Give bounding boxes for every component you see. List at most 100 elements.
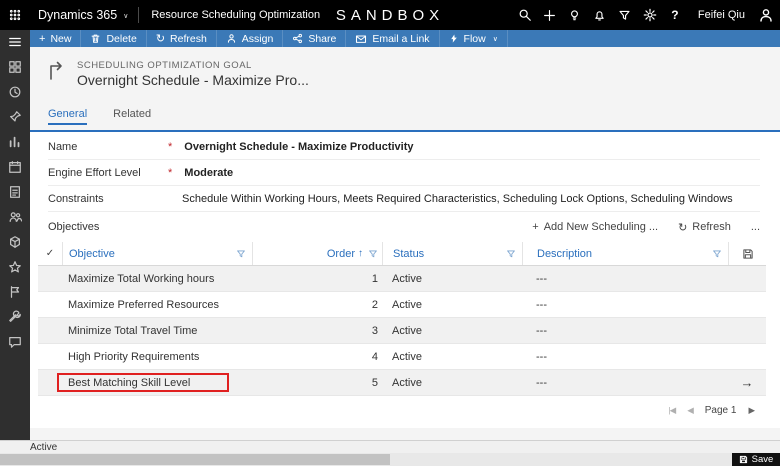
tab-general[interactable]: General [48,108,87,125]
row-checkbox[interactable] [38,292,62,317]
filter-funnel-icon[interactable] [712,249,722,259]
sidebar-item-optimization[interactable] [8,285,22,299]
status-cell: Active [382,318,522,343]
field-label: Constraints [48,193,166,205]
filter-funnel-icon[interactable] [236,249,246,259]
order-cell: 5 [252,370,382,395]
action-label: Refresh [692,221,731,233]
objective-row-1[interactable]: Maximize Total Working hours 1 Active --… [38,266,766,292]
delete-button[interactable]: Delete [81,30,146,47]
column-header-status[interactable]: Status [382,242,522,265]
objective-row-3[interactable]: Minimize Total Travel Time 3 Active --- [38,318,766,344]
flow-button[interactable]: Flow ∨ [440,30,508,47]
command-label: Assign [242,33,274,45]
next-page-button[interactable]: ▶ [748,405,754,416]
required-marker: * [168,167,172,179]
main-content: SCHEDULING OPTIMIZATION GOAL Overnight S… [30,47,780,440]
topnav-actions: ? Feifei Qiu [517,0,774,30]
new-button[interactable]: + New [30,30,81,47]
field-row-engine-effort: Engine Effort Level * Moderate [48,160,760,186]
sidebar-item-pinned[interactable] [8,110,22,124]
grid-refresh-button[interactable]: ↻ Refresh [678,221,731,234]
lightbulb-icon [568,9,581,22]
command-label: Share [308,33,336,45]
topnav-divider [138,7,139,23]
select-all-header[interactable]: ✓ [38,242,62,265]
sidebar-item-goals[interactable] [8,260,22,274]
first-page-button[interactable]: |◀ [668,405,675,416]
people-icon [8,210,22,224]
sidebar-item-tasks[interactable] [8,185,22,199]
column-label: Objective [69,248,115,260]
row-checkbox[interactable] [38,344,62,369]
field-value-name[interactable]: Overnight Schedule - Maximize Productivi… [184,141,413,153]
save-label: Save [752,454,774,465]
row-arrow-icon: → [741,375,754,390]
cube-icon [8,235,22,249]
grid-pagination: |◀ ◀ Page 1 ▶ [30,396,780,416]
assign-button[interactable]: Assign [217,30,284,47]
save-button[interactable]: Save [732,453,780,466]
ellipsis-icon: ... [751,221,760,233]
filter-funnel-icon[interactable] [368,249,378,259]
quick-create-button[interactable] [542,7,558,23]
objective-row-4[interactable]: High Priority Requirements 4 Active --- [38,344,766,370]
sidebar-item-calendar[interactable] [8,160,22,174]
grid-save-layout-button[interactable] [728,242,766,265]
help-button[interactable]: ? [667,7,683,23]
flow-lightning-icon [449,33,459,44]
tab-related[interactable]: Related [113,108,151,125]
previous-page-button[interactable]: ◀ [687,405,693,416]
row-checkbox[interactable] [38,318,62,343]
column-header-objective[interactable]: Objective [62,242,252,265]
row-checkbox[interactable] [38,266,62,291]
refresh-button[interactable]: ↻ Refresh [147,30,217,47]
command-bar: + New Delete ↻ Refresh Assign Share Emai… [30,30,780,47]
sidebar-menu-button[interactable] [8,35,22,49]
settings-button[interactable] [642,7,658,23]
share-button[interactable]: Share [283,30,346,47]
advanced-find-button[interactable] [617,7,633,23]
description-cell: --- [522,370,728,395]
filter-funnel-icon [618,9,631,22]
field-value-constraints[interactable]: Schedule Within Working Hours, Meets Req… [182,193,733,205]
command-label: Email a Link [372,33,429,45]
sidebar-item-feedback[interactable] [8,335,22,349]
filter-funnel-icon[interactable] [506,249,516,259]
column-label: Description [537,248,592,260]
column-header-description[interactable]: Description [522,242,728,265]
column-header-order[interactable]: Order ↑ [252,242,382,265]
sidebar-item-dashboards[interactable] [8,135,22,149]
sidebar-item-home[interactable] [8,60,22,74]
add-new-scheduling-button[interactable]: + Add New Scheduling ... [532,221,658,233]
waffle-icon [9,9,21,21]
email-link-button[interactable]: Email a Link [346,30,439,47]
sidebar-item-recent[interactable] [8,85,22,99]
avatar-person-icon [758,6,774,24]
objective-row-2[interactable]: Maximize Preferred Resources 2 Active --… [38,292,766,318]
horizontal-scrollbar-thumb[interactable] [0,454,390,465]
sidebar-item-products[interactable] [8,235,22,249]
sidebar-item-settings[interactable] [8,310,22,324]
objective-cell: Maximize Total Working hours [62,266,252,291]
search-button[interactable] [517,7,533,23]
form-tabs: General Related [48,108,151,125]
app-title[interactable]: Dynamics 365 [38,8,117,22]
more-commands-button[interactable]: ... [751,221,760,233]
solution-area-title[interactable]: Resource Scheduling Optimization [151,9,320,21]
current-user-name[interactable]: Feifei Qiu [698,9,745,21]
sort-ascending-icon: ↑ [358,248,363,259]
sidebar-item-resources[interactable] [8,210,22,224]
user-menu-button[interactable] [758,7,774,23]
row-open-record-button[interactable]: → [728,370,766,395]
learning-path-button[interactable] [567,7,583,23]
row-end-cell [728,344,766,369]
form-card: Name * Overnight Schedule - Maximize Pro… [30,132,780,428]
objective-text: Maximize Preferred Resources [68,299,219,311]
entity-type-label: SCHEDULING OPTIMIZATION GOAL [77,60,252,71]
notifications-button[interactable] [592,7,608,23]
objective-row-5[interactable]: Best Matching Skill Level 5 Active --- → [38,370,766,396]
app-launcher-button[interactable] [0,9,30,21]
field-value-engine-effort[interactable]: Moderate [184,167,233,179]
app-chevron-icon: ∨ [123,12,128,20]
